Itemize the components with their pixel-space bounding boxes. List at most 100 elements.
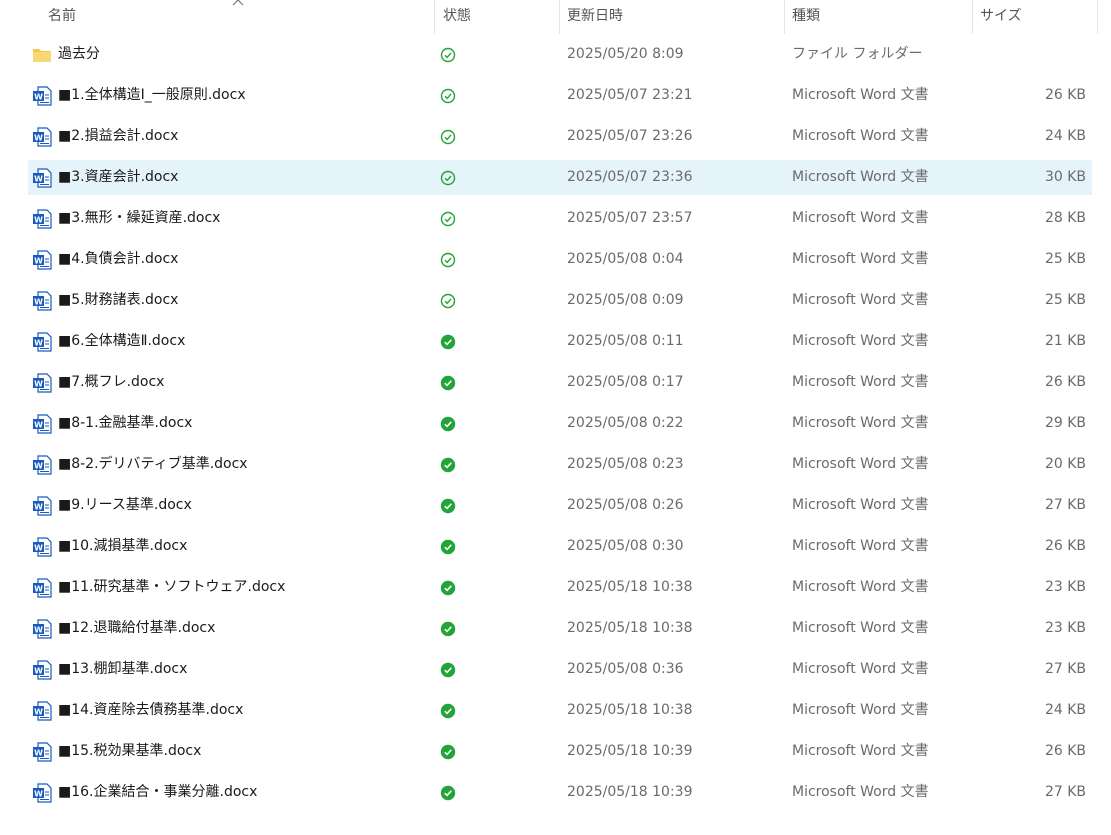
file-modified-date: 2025/05/18 10:39 — [567, 743, 693, 759]
file-name[interactable]: ■12.退職給付基準.docx — [58, 611, 215, 646]
word-document-icon: W — [32, 86, 52, 106]
synced-icon — [440, 375, 456, 391]
file-row[interactable]: W ■12.退職給付基準.docx 2025/05/18 10:38 Microsof… — [28, 611, 1092, 646]
file-row[interactable]: 過去分 2025/05/20 8:09 ファイル フォルダー — [28, 37, 1092, 72]
file-row[interactable]: W ■14.資産除去債務基準.docx 2025/05/18 10:38 Micros… — [28, 693, 1092, 728]
file-size: 28 KB — [1044, 210, 1086, 226]
file-type: ファイル フォルダー — [792, 46, 923, 62]
file-type: Microsoft Word 文書 — [792, 661, 929, 677]
file-size: 21 KB — [1044, 333, 1086, 349]
word-document-icon: W — [32, 701, 52, 721]
file-row[interactable]: W ■10.減損基準.docx 2025/05/08 0:30 Microsoft W… — [28, 529, 1092, 564]
column-divider[interactable] — [1097, 0, 1098, 34]
file-name[interactable]: ■8-2.デリバティブ基準.docx — [58, 447, 248, 482]
synced-icon — [440, 334, 456, 350]
column-divider[interactable] — [972, 0, 973, 34]
file-modified-date: 2025/05/08 0:36 — [567, 661, 684, 677]
file-type: Microsoft Word 文書 — [792, 128, 929, 144]
file-name[interactable]: ■6.全体構造Ⅱ.docx — [58, 324, 185, 359]
word-document-icon: W — [32, 578, 52, 598]
file-name[interactable]: 過去分 — [58, 37, 100, 72]
column-header-type[interactable]: 種類 — [792, 0, 820, 34]
file-type: Microsoft Word 文書 — [792, 251, 929, 267]
file-type: Microsoft Word 文書 — [792, 333, 929, 349]
file-name[interactable]: ■3.無形・繰延資産.docx — [58, 201, 220, 236]
file-modified-date: 2025/05/08 0:11 — [567, 333, 684, 349]
svg-text:W: W — [34, 92, 43, 101]
file-name[interactable]: ■8-1.金融基準.docx — [58, 406, 192, 441]
file-row[interactable]: W ■9.リース基準.docx 2025/05/08 0:26 Microsoft W… — [28, 488, 1092, 523]
file-type: Microsoft Word 文書 — [792, 210, 929, 226]
file-name[interactable]: ■1.全体構造Ⅰ_一般原則.docx — [58, 78, 246, 113]
column-header-name[interactable]: 名前 — [48, 0, 76, 34]
file-modified-date: 2025/05/08 0:04 — [567, 251, 684, 267]
file-size: 26 KB — [1044, 374, 1086, 390]
file-type: Microsoft Word 文書 — [792, 169, 929, 185]
sort-arrow-icon — [232, 0, 244, 6]
file-size: 23 KB — [1044, 620, 1086, 636]
file-size: 25 KB — [1044, 251, 1086, 267]
column-divider[interactable] — [784, 0, 785, 34]
file-row[interactable]: W ■15.税効果基準.docx 2025/05/18 10:39 Microsoft… — [28, 734, 1092, 769]
file-row[interactable]: W ■5.財務諸表.docx 2025/05/08 0:09 Microsoft Wo… — [28, 283, 1092, 318]
synced-icon — [440, 744, 456, 760]
file-name[interactable]: ■7.概フレ.docx — [58, 365, 164, 400]
file-modified-date: 2025/05/18 10:38 — [567, 620, 693, 636]
svg-text:W: W — [34, 707, 43, 716]
file-row[interactable]: W ■4.負債会計.docx 2025/05/08 0:04 Microsoft Wo… — [28, 242, 1092, 277]
word-document-icon: W — [32, 127, 52, 147]
file-row[interactable]: W ■1.全体構造Ⅰ_一般原則.docx 2025/05/07 23:21 Micro… — [28, 78, 1092, 113]
file-size: 25 KB — [1044, 292, 1086, 308]
synced-icon — [440, 539, 456, 555]
svg-text:W: W — [34, 133, 43, 142]
available-icon — [440, 293, 456, 309]
column-header-bar: 名前 状態 更新日時 種類 サイズ — [0, 0, 1111, 34]
folder-icon — [32, 45, 52, 65]
file-size: 20 KB — [1044, 456, 1086, 472]
synced-icon — [440, 703, 456, 719]
file-modified-date: 2025/05/07 23:21 — [567, 87, 693, 103]
file-row[interactable]: W ■6.全体構造Ⅱ.docx 2025/05/08 0:11 Microsoft W… — [28, 324, 1092, 359]
file-modified-date: 2025/05/08 0:22 — [567, 415, 684, 431]
file-row[interactable]: W ■11.研究基準・ソフトウェア.docx 2025/05/18 10:38 Mic… — [28, 570, 1092, 605]
file-modified-date: 2025/05/07 23:26 — [567, 128, 693, 144]
file-row[interactable]: W ■8-2.デリバティブ基準.docx 2025/05/08 0:23 Micros… — [28, 447, 1092, 482]
column-header-modified[interactable]: 更新日時 — [567, 0, 623, 34]
file-name[interactable]: ■4.負債会計.docx — [58, 242, 178, 277]
file-size: 30 KB — [1044, 169, 1086, 185]
file-row[interactable]: W ■16.企業結合・事業分離.docx 2025/05/18 10:39 Micro… — [28, 775, 1092, 810]
file-row[interactable]: W ■3.無形・繰延資産.docx 2025/05/07 23:57 Microsof… — [28, 201, 1092, 236]
file-type: Microsoft Word 文書 — [792, 87, 929, 103]
file-name[interactable]: ■15.税効果基準.docx — [58, 734, 201, 769]
file-name[interactable]: ■13.棚卸基準.docx — [58, 652, 187, 687]
svg-text:W: W — [34, 215, 43, 224]
file-name[interactable]: ■3.資産会計.docx — [58, 160, 178, 195]
file-row[interactable]: W ■8-1.金融基準.docx 2025/05/08 0:22 Microsoft … — [28, 406, 1092, 441]
column-header-size[interactable]: サイズ — [980, 0, 1022, 34]
column-divider[interactable] — [434, 0, 435, 34]
svg-text:W: W — [34, 543, 43, 552]
file-name[interactable]: ■11.研究基準・ソフトウェア.docx — [58, 570, 285, 605]
word-document-icon: W — [32, 537, 52, 557]
column-header-status[interactable]: 状態 — [443, 0, 471, 34]
file-row[interactable]: W ■2.損益会計.docx 2025/05/07 23:26 Microsoft W… — [28, 119, 1092, 154]
file-size: 23 KB — [1044, 579, 1086, 595]
file-row[interactable]: W ■13.棚卸基準.docx 2025/05/08 0:36 Microsoft W… — [28, 652, 1092, 687]
column-divider[interactable] — [559, 0, 560, 34]
file-name[interactable]: ■2.損益会計.docx — [58, 119, 178, 154]
file-row[interactable]: W ■3.資産会計.docx 2025/05/07 23:36 Microsoft W… — [28, 160, 1092, 195]
file-name[interactable]: ■10.減損基準.docx — [58, 529, 187, 564]
word-document-icon: W — [32, 496, 52, 516]
file-name[interactable]: ■9.リース基準.docx — [58, 488, 192, 523]
file-size: 26 KB — [1044, 87, 1086, 103]
synced-icon — [440, 662, 456, 678]
file-name[interactable]: ■5.財務諸表.docx — [58, 283, 178, 318]
file-size: 27 KB — [1044, 661, 1086, 677]
svg-text:W: W — [34, 297, 43, 306]
file-modified-date: 2025/05/07 23:36 — [567, 169, 693, 185]
file-row[interactable]: W ■7.概フレ.docx 2025/05/08 0:17 Microsoft Wor… — [28, 365, 1092, 400]
file-name[interactable]: ■14.資産除去債務基準.docx — [58, 693, 243, 728]
word-document-icon: W — [32, 455, 52, 475]
available-icon — [440, 47, 456, 63]
file-name[interactable]: ■16.企業結合・事業分離.docx — [58, 775, 257, 810]
